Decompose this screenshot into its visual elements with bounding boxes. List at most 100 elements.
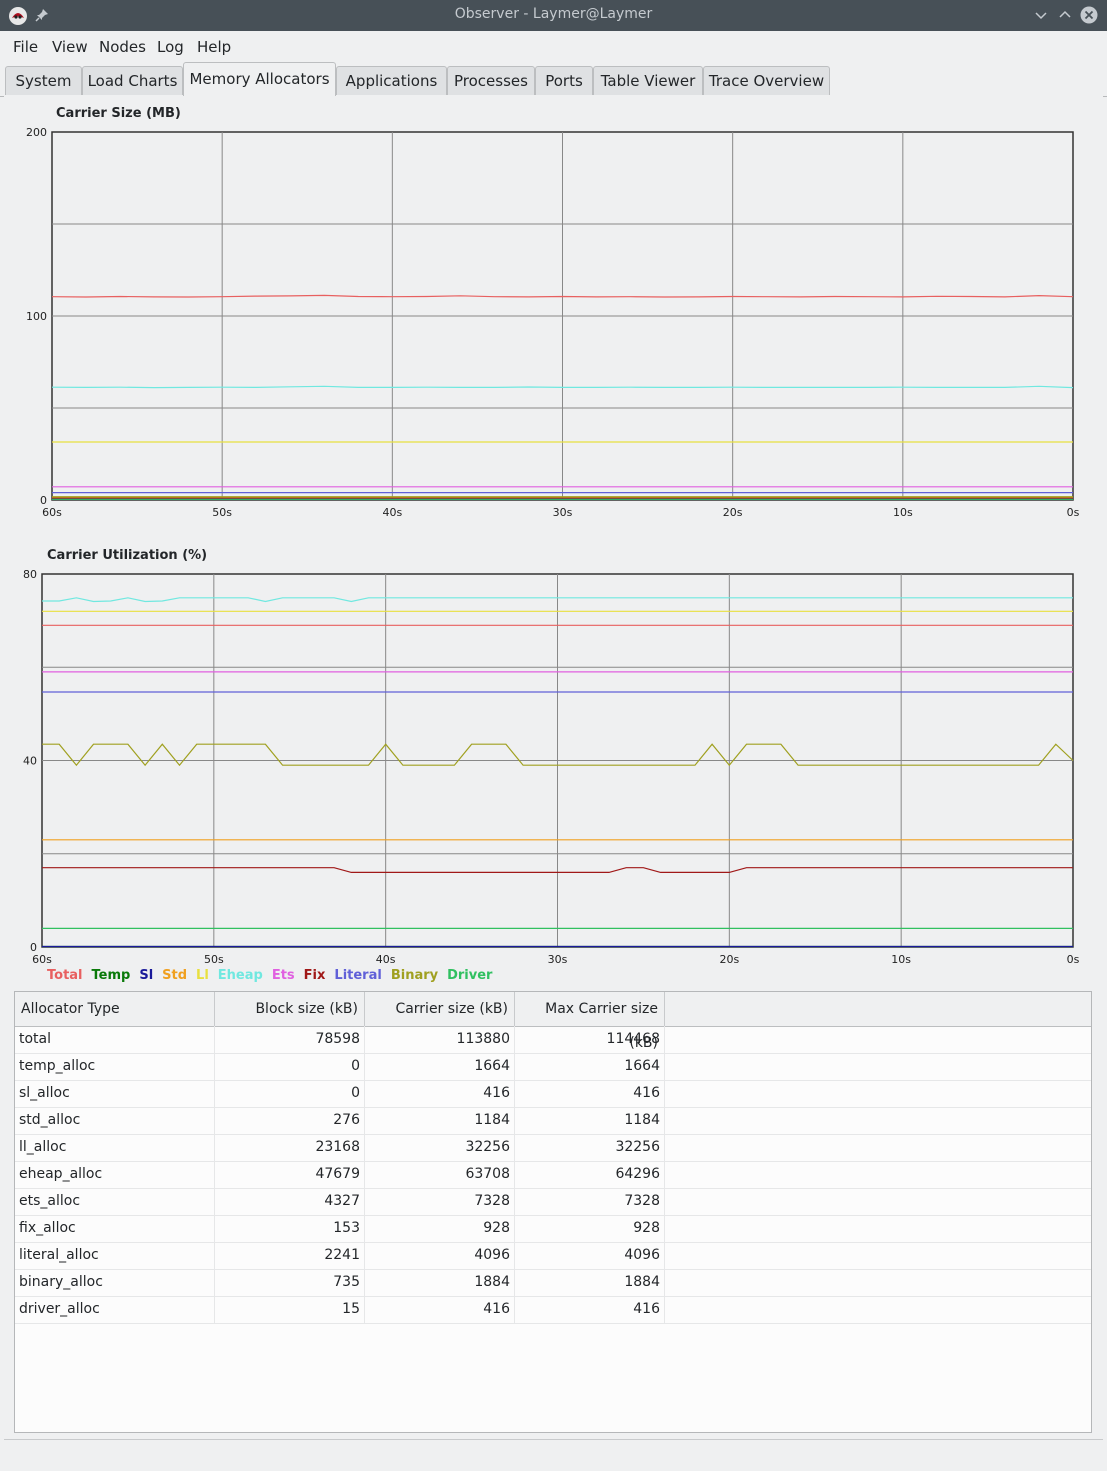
menu-help[interactable]: Help xyxy=(197,38,231,56)
cell-carrier-size: 1664 xyxy=(365,1053,515,1080)
cell-allocator-type: binary_alloc xyxy=(15,1269,215,1296)
cell-allocator-type: literal_alloc xyxy=(15,1242,215,1269)
carrier-size-chart-title: Carrier Size (MB) xyxy=(56,106,181,121)
y-tick-label: 0 xyxy=(30,941,37,954)
cell-block-size: 23168 xyxy=(215,1134,365,1161)
cell-max-carrier-size: 114468 xyxy=(515,1026,665,1053)
tab-bar: System Load Charts Memory Allocators App… xyxy=(0,62,1107,97)
cell-allocator-type: ets_alloc xyxy=(15,1188,215,1215)
cell-block-size: 0 xyxy=(215,1080,365,1107)
x-tick-label: 20s xyxy=(723,506,743,519)
table-row[interactable]: sl_alloc 0 416 416 xyxy=(15,1080,1091,1108)
tab-table-viewer[interactable]: Table Viewer xyxy=(593,66,703,95)
y-tick-label: 100 xyxy=(26,310,47,323)
x-tick-label: 10s xyxy=(891,953,911,966)
cell-allocator-type: eheap_alloc xyxy=(15,1161,215,1188)
table-row[interactable]: total 78598 113880 114468 xyxy=(15,1026,1091,1054)
cell-allocator-type: temp_alloc xyxy=(15,1053,215,1080)
y-tick-label: 40 xyxy=(23,755,37,768)
y-tick-label: 80 xyxy=(23,568,37,581)
menu-view[interactable]: View xyxy=(52,38,88,56)
allocator-table: Allocator Type Block size (kB) Carrier s… xyxy=(14,991,1092,1433)
cell-carrier-size: 32256 xyxy=(365,1134,515,1161)
cell-allocator-type: driver_alloc xyxy=(15,1296,215,1323)
tab-ports[interactable]: Ports xyxy=(535,66,593,95)
x-tick-label: 40s xyxy=(382,506,402,519)
table-row[interactable]: ll_alloc 23168 32256 32256 xyxy=(15,1134,1091,1162)
legend-item-binary: Binary xyxy=(390,968,439,983)
cell-max-carrier-size: 416 xyxy=(515,1080,665,1107)
cell-max-carrier-size: 32256 xyxy=(515,1134,665,1161)
x-tick-label: 0s xyxy=(1067,953,1080,966)
cell-max-carrier-size: 928 xyxy=(515,1215,665,1242)
legend-item-literal: Literal xyxy=(334,968,382,983)
cell-block-size: 276 xyxy=(215,1107,365,1134)
header-max-carrier-size[interactable]: Max Carrier size (kB) xyxy=(515,992,665,1051)
tab-memory-allocators[interactable]: Memory Allocators xyxy=(183,62,336,97)
x-tick-label: 50s xyxy=(212,506,232,519)
x-tick-label: 40s xyxy=(376,953,396,966)
cell-block-size: 153 xyxy=(215,1215,365,1242)
legend-item-sl: Sl xyxy=(139,968,154,983)
menu-nodes[interactable]: Nodes xyxy=(99,38,146,56)
table-row[interactable]: std_alloc 276 1184 1184 xyxy=(15,1107,1091,1135)
legend-item-fix: Fix xyxy=(303,968,326,983)
cell-block-size: 4327 xyxy=(215,1188,365,1215)
cell-max-carrier-size: 4096 xyxy=(515,1242,665,1269)
tab-system[interactable]: System xyxy=(5,66,82,95)
x-tick-label: 10s xyxy=(893,506,913,519)
tab-load-charts[interactable]: Load Charts xyxy=(82,66,183,95)
x-tick-label: 50s xyxy=(204,953,224,966)
legend-item-std: Std xyxy=(162,968,188,983)
menu-file[interactable]: File xyxy=(13,38,38,56)
cell-block-size: 2241 xyxy=(215,1242,365,1269)
y-tick-label: 200 xyxy=(26,126,47,139)
legend-item-ll: Ll xyxy=(196,968,209,983)
cell-carrier-size: 928 xyxy=(365,1215,515,1242)
cell-carrier-size: 416 xyxy=(365,1296,515,1323)
cell-block-size: 47679 xyxy=(215,1161,365,1188)
header-block-size[interactable]: Block size (kB) xyxy=(215,992,365,1026)
cell-max-carrier-size: 1884 xyxy=(515,1269,665,1296)
x-tick-label: 30s xyxy=(553,506,573,519)
x-tick-label: 0s xyxy=(1067,506,1080,519)
tab-trace-overview[interactable]: Trace Overview xyxy=(703,66,830,95)
carrier-size-chart: 60s 50s 40s 30s 20s 10s 0s 0 100 200 xyxy=(26,126,1080,519)
cell-block-size: 0 xyxy=(215,1053,365,1080)
close-icon[interactable] xyxy=(1080,6,1098,24)
table-row[interactable]: eheap_alloc 47679 63708 64296 xyxy=(15,1161,1091,1189)
table-row[interactable]: fix_alloc 153 928 928 xyxy=(15,1215,1091,1243)
cell-carrier-size: 4096 xyxy=(365,1242,515,1269)
table-row[interactable]: literal_alloc 2241 4096 4096 xyxy=(15,1242,1091,1270)
cell-allocator-type: std_alloc xyxy=(15,1107,215,1134)
status-bar xyxy=(4,1439,1103,1466)
x-tick-label: 60s xyxy=(32,953,52,966)
cell-allocator-type: total xyxy=(15,1026,215,1053)
tab-applications[interactable]: Applications xyxy=(336,66,447,95)
table-row[interactable]: temp_alloc 0 1664 1664 xyxy=(15,1053,1091,1081)
table-row[interactable]: ets_alloc 4327 7328 7328 xyxy=(15,1188,1091,1216)
cell-carrier-size: 416 xyxy=(365,1080,515,1107)
cell-max-carrier-size: 416 xyxy=(515,1296,665,1323)
carrier-utilization-chart: 60s 50s 40s 30s 20s 10s 0s 0 40 80 xyxy=(23,568,1080,966)
table-row[interactable]: driver_alloc 15 416 416 xyxy=(15,1296,1091,1324)
x-tick-label: 60s xyxy=(42,506,62,519)
menu-log[interactable]: Log xyxy=(157,38,184,56)
header-carrier-size[interactable]: Carrier size (kB) xyxy=(365,992,515,1026)
tab-processes[interactable]: Processes xyxy=(447,66,535,95)
table-row[interactable]: binary_alloc 735 1884 1884 xyxy=(15,1269,1091,1297)
header-allocator-type[interactable]: Allocator Type xyxy=(15,992,215,1026)
cell-max-carrier-size: 1184 xyxy=(515,1107,665,1134)
cell-allocator-type: sl_alloc xyxy=(15,1080,215,1107)
cell-carrier-size: 1184 xyxy=(365,1107,515,1134)
cell-block-size: 735 xyxy=(215,1269,365,1296)
maximize-icon[interactable] xyxy=(1056,6,1074,24)
carrier-utilization-chart-title: Carrier Utilization (%) xyxy=(47,548,208,563)
legend-item-temp: Temp xyxy=(91,968,131,983)
cell-max-carrier-size: 64296 xyxy=(515,1161,665,1188)
window-title: Observer - Laymer@Laymer xyxy=(454,6,653,22)
menu-bar: File View Nodes Log Help xyxy=(0,31,1107,62)
x-tick-label: 20s xyxy=(719,953,739,966)
minimize-icon[interactable] xyxy=(1032,6,1050,24)
legend-item-ets: Ets xyxy=(271,968,295,983)
